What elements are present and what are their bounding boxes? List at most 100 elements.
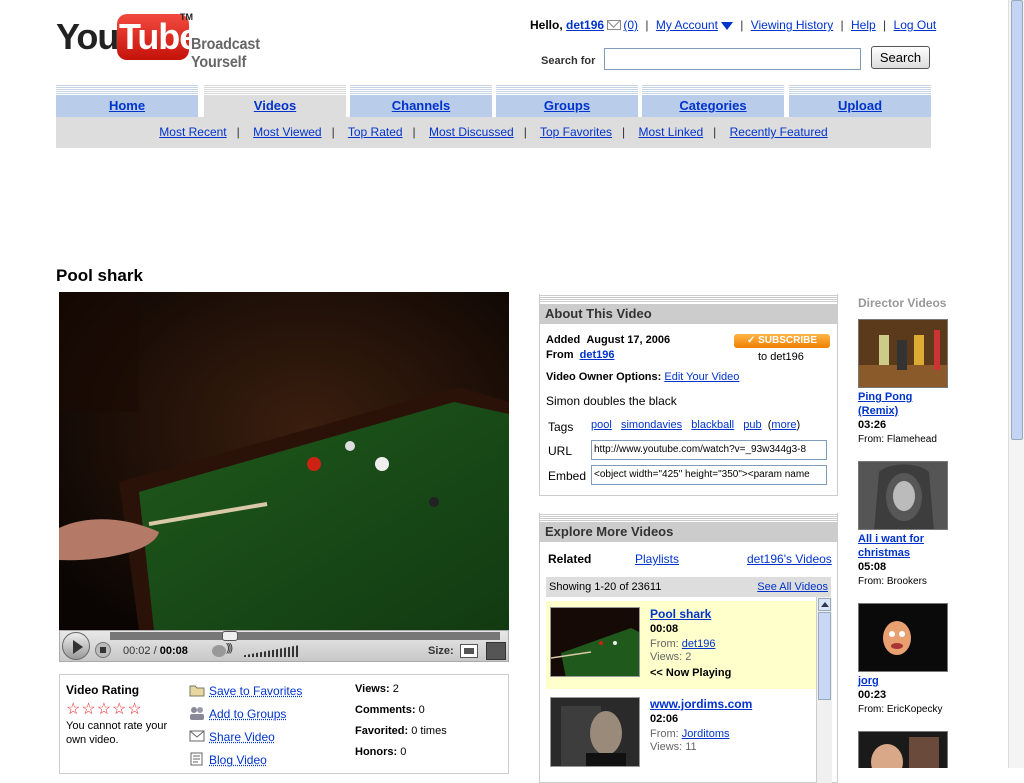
subscribe-button[interactable]: SUBSCRIBE — [734, 334, 830, 348]
scroll-up-icon[interactable] — [818, 598, 831, 611]
logo-tube-text: Tube — [119, 16, 199, 57]
related-item-current[interactable]: Pool shark 00:08 From: det196 Views: 2 <… — [546, 601, 816, 689]
tab-groups[interactable]: Groups — [496, 84, 638, 117]
total-time: 00:08 — [159, 645, 188, 657]
see-all-videos-link[interactable]: See All Videos — [757, 577, 828, 597]
director-video-title[interactable]: All i want for christmas — [858, 532, 944, 560]
director-thumbnail[interactable] — [858, 731, 948, 768]
volume-icon[interactable] — [212, 642, 238, 659]
tab-categories[interactable]: Categories — [642, 84, 784, 117]
tab-channels-label[interactable]: Channels — [392, 98, 451, 113]
blog-video-link[interactable]: Blog Video — [209, 753, 267, 767]
scroll-thumb[interactable] — [818, 612, 831, 700]
viewing-history-link[interactable]: Viewing History — [751, 18, 833, 32]
tab-home-label[interactable]: Home — [109, 98, 145, 113]
video-description: Simon doubles the black — [546, 394, 677, 408]
share-video-action[interactable]: Share Video — [189, 729, 275, 744]
tab-channels[interactable]: Channels — [350, 84, 492, 117]
related-title-link[interactable]: www.jordims.com — [650, 697, 752, 711]
related-title-link[interactable]: Pool shark — [650, 607, 711, 621]
url-field[interactable]: http://www.youtube.com/watch?v=_93w344g3… — [591, 440, 827, 460]
more-tags-link[interactable]: more — [771, 419, 796, 431]
related-thumbnail[interactable] — [550, 697, 640, 767]
related-from-label: From: — [650, 728, 679, 740]
subnav-most-discussed[interactable]: Most Discussed — [429, 125, 514, 139]
logout-link[interactable]: Log Out — [894, 18, 937, 32]
related-thumbnail[interactable] — [550, 607, 640, 677]
subnav-most-viewed[interactable]: Most Viewed — [253, 125, 321, 139]
page-scroll-thumb[interactable] — [1011, 0, 1023, 440]
stat-value: 0 — [418, 704, 425, 716]
help-link[interactable]: Help — [851, 18, 876, 32]
tab-upload-label[interactable]: Upload — [838, 98, 882, 113]
search-input[interactable] — [604, 48, 861, 70]
tab-upload[interactable]: Upload — [789, 84, 931, 117]
tag-link[interactable]: simondavies — [621, 419, 682, 431]
tab-stripes — [496, 84, 638, 95]
video-frame — [59, 292, 509, 630]
director-thumbnail[interactable] — [858, 461, 948, 530]
video-player[interactable] — [59, 292, 509, 630]
fullscreen-icon[interactable] — [486, 642, 506, 660]
related-from: From: det196 — [650, 638, 715, 650]
add-to-groups-link[interactable]: Add to Groups — [209, 707, 286, 721]
explore-heading: Explore More Videos — [540, 522, 837, 542]
subnav-separator: | — [622, 125, 626, 139]
star-rating: ☆☆☆☆☆ — [66, 701, 143, 718]
size-label: Size: — [428, 645, 454, 657]
director-video-title[interactable]: jorg — [858, 674, 879, 688]
related-user-link[interactable]: Jorditoms — [682, 728, 730, 740]
tab-user-videos[interactable]: det196's Videos — [747, 552, 832, 566]
related-views: Views: 11 — [650, 741, 697, 753]
page-scrollbar[interactable] — [1008, 0, 1024, 768]
tab-categories-label[interactable]: Categories — [679, 98, 746, 113]
director-thumbnail[interactable] — [858, 319, 948, 388]
tag-link[interactable]: pub — [743, 419, 761, 431]
from-user-link[interactable]: det196 — [580, 349, 615, 361]
username-link[interactable]: det196 — [566, 18, 604, 32]
related-user-link[interactable]: det196 — [682, 638, 716, 650]
tag-link[interactable]: blackball — [691, 419, 734, 431]
tab-videos[interactable]: Videos — [204, 84, 346, 117]
related-scrollbar[interactable] — [816, 597, 832, 783]
more-tags-paren: ) — [796, 419, 801, 431]
blog-video-action[interactable]: Blog Video — [189, 752, 267, 767]
videos-subnav: Most Recent | Most Viewed | Top Rated | Mos… — [56, 117, 931, 148]
share-video-link[interactable]: Share Video — [209, 730, 275, 744]
search-button[interactable]: Search — [871, 46, 930, 69]
tab-playlists[interactable]: Playlists — [635, 552, 679, 566]
blog-icon — [190, 752, 203, 766]
tab-videos-label[interactable]: Videos — [254, 98, 296, 113]
embed-field[interactable]: <object width="425" height="350"><param … — [591, 465, 827, 485]
subnav-most-recent[interactable]: Most Recent — [159, 125, 226, 139]
save-to-favorites-action[interactable]: Save to Favorites — [189, 683, 302, 698]
subnav-top-rated[interactable]: Top Rated — [348, 125, 403, 139]
seek-handle[interactable] — [222, 631, 238, 641]
tab-related[interactable]: Related — [548, 552, 591, 566]
subnav-most-linked[interactable]: Most Linked — [638, 125, 703, 139]
save-to-favorites-link[interactable]: Save to Favorites — [209, 684, 302, 698]
mail-count-link[interactable]: (0) — [623, 18, 638, 32]
explore-videos-panel: Explore More Videos Related Playlists de… — [539, 513, 838, 783]
subnav-top-favorites[interactable]: Top Favorites — [540, 125, 612, 139]
youtube-logo[interactable]: You Tube TM Broadcast Yourself — [56, 12, 316, 71]
edit-video-link[interactable]: Edit Your Video — [664, 371, 739, 383]
director-video-title[interactable]: Ping Pong (Remix) — [858, 390, 938, 418]
normal-size-icon[interactable] — [460, 644, 478, 658]
nav-separator: | — [645, 18, 649, 32]
stop-icon[interactable] — [95, 642, 111, 658]
my-account-link[interactable]: My Account — [656, 18, 718, 32]
dropdown-arrow-icon[interactable] — [720, 22, 733, 30]
tab-home[interactable]: Home — [56, 84, 198, 117]
volume-slider[interactable] — [244, 645, 300, 657]
add-to-groups-action[interactable]: Add to Groups — [189, 706, 286, 721]
director-thumbnail[interactable] — [858, 603, 948, 672]
play-icon[interactable] — [62, 632, 90, 660]
hello-text: Hello, — [530, 18, 563, 32]
mail-icon[interactable] — [607, 20, 622, 30]
tag-link[interactable]: pool — [591, 419, 612, 431]
tab-groups-label[interactable]: Groups — [544, 98, 590, 113]
subnav-recently-featured[interactable]: Recently Featured — [730, 125, 828, 139]
tags-list: pool simondavies blackball pub (more) — [591, 419, 800, 431]
seek-bar[interactable] — [110, 631, 500, 641]
